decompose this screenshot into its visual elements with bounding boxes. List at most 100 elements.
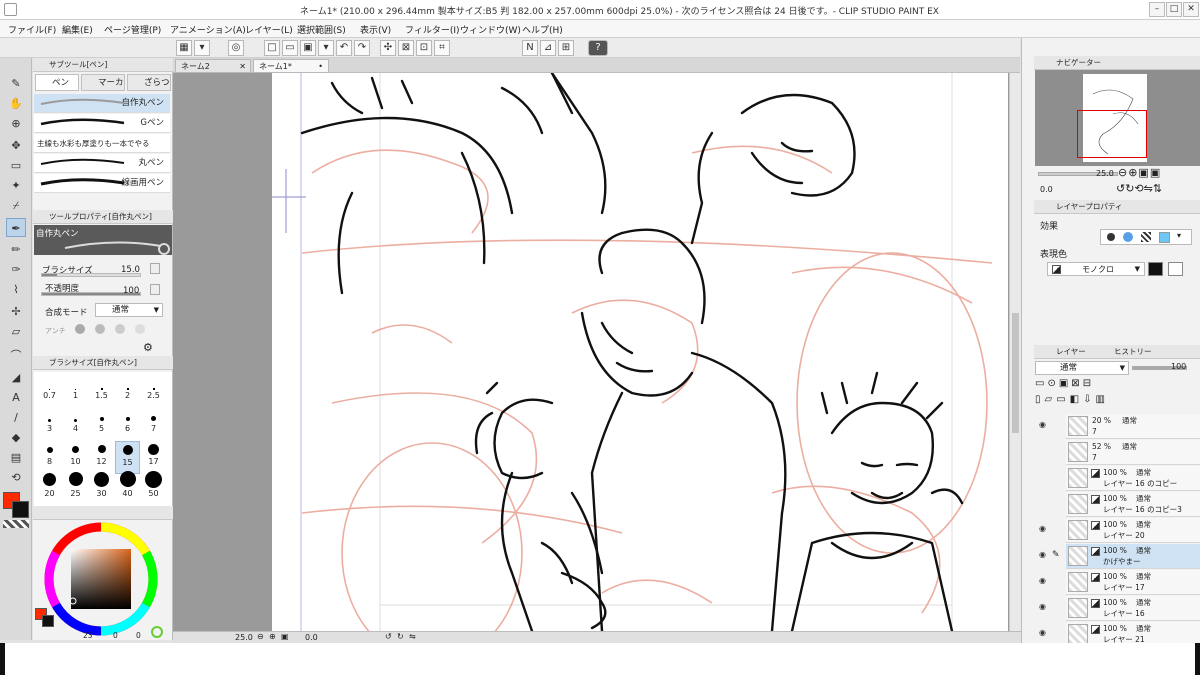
layer-row[interactable]: 52 % 通常 7 — [1066, 440, 1200, 465]
new-folder-icon[interactable]: ▭ — [1056, 394, 1069, 405]
size-cell-0-7[interactable]: 0.7 — [37, 375, 62, 408]
subtool-tab-rough[interactable]: ざらつ — [127, 74, 171, 91]
layer-row[interactable]: 100 % 通常 レイヤー 17 — [1066, 570, 1200, 595]
eye-icon[interactable]: ◉ — [1039, 524, 1046, 533]
rotate-left-icon[interactable]: ↺ — [385, 632, 392, 641]
blend-tool-icon[interactable]: ⌒ — [6, 346, 26, 365]
ref-layer-icon[interactable]: ⊟ — [1083, 378, 1094, 389]
size-cell-8[interactable]: 8 — [37, 441, 62, 474]
spiral-icon[interactable]: ◎ — [228, 40, 244, 56]
brush-size-value[interactable]: 15.0 — [121, 265, 140, 275]
menu-layer[interactable]: レイヤー(L) — [245, 23, 293, 36]
layer-blend-select[interactable]: 通常 ▼ — [1035, 361, 1129, 375]
size-cell-15[interactable]: 15 — [115, 441, 140, 474]
size-cell-6[interactable]: 6 — [115, 408, 140, 441]
menu-animation[interactable]: アニメーション(A) — [170, 23, 246, 36]
menu-page[interactable]: ページ管理(P) — [104, 23, 161, 36]
angle-value[interactable]: 0.0 — [305, 633, 318, 642]
size-cell-12[interactable]: 12 — [89, 441, 114, 474]
pen-tool-icon[interactable]: ✎ — [6, 74, 26, 93]
pencil-tool-icon[interactable]: ✏ — [6, 240, 26, 259]
wheel-sub-color[interactable] — [42, 615, 54, 627]
size-cell-30[interactable]: 30 — [89, 471, 114, 504]
mono-black-swatch[interactable] — [1148, 262, 1163, 276]
mask-icon[interactable]: ◧ — [1070, 394, 1083, 405]
chevron-down-icon[interactable]: ▾ — [1177, 231, 1181, 240]
effect-tone-icon[interactable] — [1141, 232, 1151, 242]
size-cell-17[interactable]: 17 — [141, 441, 166, 474]
deselect-icon[interactable]: ⊠ — [398, 40, 414, 56]
size-cell-10[interactable]: 10 — [63, 441, 88, 474]
eye-icon[interactable]: ◉ — [1039, 420, 1046, 429]
expression-select[interactable]: モノクロ ▼ — [1047, 262, 1145, 276]
transform-icon[interactable]: ✣ — [380, 40, 396, 56]
settings-icon[interactable]: ⚙ — [143, 341, 153, 354]
decoration-tool-icon[interactable]: ✢ — [6, 302, 26, 321]
gradient-tool-icon[interactable]: ▤ — [6, 448, 26, 467]
size-cell-3[interactable]: 3 — [37, 408, 62, 441]
canvas-area[interactable] — [173, 73, 1021, 631]
color-wheel[interactable] — [43, 521, 159, 637]
fit-icon[interactable]: ▣ — [281, 632, 289, 641]
vertical-scrollbar[interactable] — [1009, 73, 1021, 631]
opacity-value[interactable]: 100 — [123, 286, 139, 296]
fill-tool-icon[interactable]: ◢ — [6, 368, 26, 387]
mono-white-swatch[interactable] — [1168, 262, 1183, 276]
layer-row-selected[interactable]: 100 % 通常 かげやまー — [1066, 544, 1200, 569]
auto-select-tool-icon[interactable]: ✦ — [6, 176, 26, 195]
undo-icon[interactable]: ↶ — [336, 40, 352, 56]
layer-property-tab[interactable]: レイヤープロパティ — [1056, 200, 1122, 213]
menu-edit[interactable]: 編集(E) — [62, 23, 93, 36]
navigator-angle-value[interactable]: 0.0 — [1040, 185, 1053, 194]
size-cell-2-5[interactable]: 2.5 — [141, 375, 166, 408]
layer-row[interactable]: 100 % 通常 レイヤー 16 のコピー3 — [1066, 492, 1200, 517]
eye-icon[interactable]: ◉ — [1039, 576, 1046, 585]
menu-filter[interactable]: フィルター(I) — [405, 23, 460, 36]
blend-mode-select[interactable]: 通常 ▼ — [95, 303, 163, 317]
layer-row[interactable]: 100 % 通常 レイヤー 16 のコピー — [1066, 466, 1200, 491]
rotate-right-icon[interactable]: ↻ — [397, 632, 404, 641]
antialias-medium[interactable] — [115, 324, 125, 334]
sub-color-swatch[interactable] — [12, 501, 29, 518]
layer-row[interactable]: 100 % 通常 レイヤー 21 — [1066, 622, 1200, 643]
redo-icon[interactable]: ↷ — [354, 40, 370, 56]
menu-selection[interactable]: 選択範囲(S) — [297, 23, 346, 36]
navigator-zoom-icons[interactable]: ⊖⊕▣▣ — [1118, 166, 1161, 179]
eye-icon[interactable]: ◉ — [1039, 628, 1046, 637]
ruler-grid-icon[interactable]: ⊞ — [558, 40, 574, 56]
grid-dropdown-icon[interactable]: ▾ — [194, 40, 210, 56]
menu-view[interactable]: 表示(V) — [360, 23, 391, 36]
brush-tool-icon[interactable]: ✑ — [6, 260, 26, 279]
menu-window[interactable]: ウィンドウ(W) — [460, 23, 521, 36]
color-mode-icon[interactable] — [151, 626, 163, 638]
effect-watercolor-icon[interactable] — [1123, 232, 1133, 242]
ruler-icon[interactable]: N — [522, 40, 538, 56]
eyedropper-tool-icon[interactable]: ⌿ — [6, 196, 26, 215]
layer-row[interactable]: 100 % 通常 レイヤー 16 — [1066, 596, 1200, 621]
effect-color-icon[interactable] — [1159, 232, 1170, 243]
zoom-out-icon[interactable]: ⊖ — [257, 632, 264, 641]
transparent-color-swatch[interactable] — [3, 520, 29, 528]
navigator-tab[interactable]: ナビゲーター — [1056, 56, 1101, 69]
eye-icon[interactable]: ◉ — [1039, 602, 1046, 611]
crop-icon[interactable]: ⌗ — [434, 40, 450, 56]
size-cell-25[interactable]: 25 — [63, 471, 88, 504]
size-cell-50[interactable]: 50 — [141, 471, 166, 504]
opacity-toggle-icon[interactable] — [150, 284, 160, 295]
size-cell-4[interactable]: 4 — [63, 408, 88, 441]
size-cell-40[interactable]: 40 — [115, 471, 140, 504]
subtool-tab-pen[interactable]: ペン — [35, 74, 79, 91]
zoom-value[interactable]: 25.0 — [235, 633, 253, 642]
minimize-button[interactable]: – — [1149, 2, 1165, 17]
save-dropdown-icon[interactable]: ▾ — [318, 40, 334, 56]
grid-icon[interactable]: ▦ — [176, 40, 192, 56]
antialias-weak[interactable] — [95, 324, 105, 334]
navigator-preview[interactable] — [1035, 70, 1200, 166]
scrollbar-thumb[interactable] — [1012, 313, 1019, 433]
text-tool-icon[interactable]: A — [6, 388, 26, 407]
layer-row[interactable]: 100 % 通常 レイヤー 20 — [1066, 518, 1200, 543]
doc-tab-name2[interactable]: ネーム2 ✕ — [175, 59, 251, 73]
flip-icon[interactable]: ⇋ — [409, 632, 416, 641]
line-tool-icon[interactable]: / — [6, 408, 26, 427]
size-cell-20[interactable]: 20 — [37, 471, 62, 504]
